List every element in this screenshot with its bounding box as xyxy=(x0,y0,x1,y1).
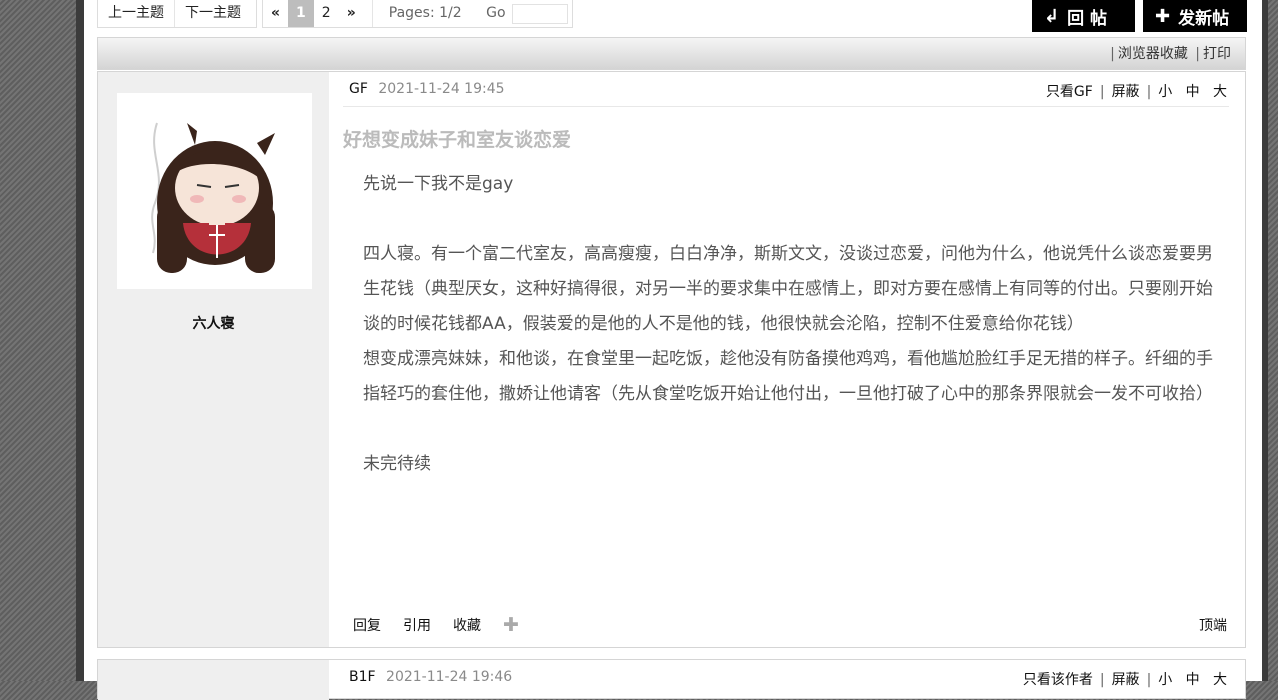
page-shadow-left xyxy=(76,0,84,681)
print-link[interactable]: 打印 xyxy=(1203,46,1231,62)
thread-toolbar: | 浏览器收藏 | 打印 xyxy=(97,37,1246,70)
paragraph-4: 未完待续 xyxy=(363,454,431,474)
post-actions: 回复 引用 收藏 ✚ xyxy=(353,614,519,636)
post-date: 2021-11-24 19:45 xyxy=(378,81,505,97)
only-author-link[interactable]: 只看该作者 xyxy=(1023,672,1093,688)
new-post-button-label: 发新帖 xyxy=(1178,8,1230,29)
back-to-top-link[interactable]: 顶端 xyxy=(1199,615,1227,635)
paragraph-1: 先说一下我不是gay xyxy=(363,174,514,194)
page-1-button[interactable]: 1 xyxy=(288,0,314,27)
bookmark-link[interactable]: 浏览器收藏 xyxy=(1118,46,1188,62)
post-title: 好想变成妹子和室友谈恋爱 xyxy=(343,129,572,151)
avatar[interactable] xyxy=(117,93,312,289)
page-count: Pages: 1/2 xyxy=(388,5,462,21)
next-topic-link[interactable]: 下一主题 xyxy=(175,0,251,27)
only-author-link[interactable]: 只看GF xyxy=(1046,84,1093,100)
block-link[interactable]: 屏蔽 xyxy=(1112,672,1140,688)
post-meta: B1F 2021-11-24 19:46 xyxy=(349,669,512,685)
prev-page-button[interactable]: « xyxy=(263,0,288,27)
font-large-link[interactable]: 大 xyxy=(1213,672,1227,688)
post-meta: GF 2021-11-24 19:45 xyxy=(349,81,505,97)
font-small-link[interactable]: 小 xyxy=(1158,672,1172,688)
floor-label: B1F xyxy=(349,669,376,685)
post-controls: 只看GF | 屏蔽 | 小 中 大 xyxy=(1045,84,1227,100)
font-medium-link[interactable]: 中 xyxy=(1186,672,1200,688)
go-label: Go xyxy=(486,5,506,21)
favorite-link[interactable]: 收藏 xyxy=(453,615,481,635)
font-small-link[interactable]: 小 xyxy=(1158,84,1172,100)
font-medium-link[interactable]: 中 xyxy=(1186,84,1200,100)
meta-divider xyxy=(343,106,1229,107)
new-post-button[interactable]: ✚ 发新帖 xyxy=(1143,0,1247,32)
page-info: Pages: 1/2 Go xyxy=(371,0,506,27)
post-main: 六人寝 GF 2021-11-24 19:45 只看GF | 屏蔽 | 小 中 大 好想… xyxy=(97,71,1246,648)
post-controls: 只看该作者 | 屏蔽 | 小 中 大 xyxy=(1022,672,1227,688)
reply-link[interactable]: 回复 xyxy=(353,615,381,635)
paragraph-2: 四人寝。有一个富二代室友，高高瘦瘦，白白净净，斯斯文文，没谈过恋爱，问他为什么，… xyxy=(363,244,1213,334)
font-large-link[interactable]: 大 xyxy=(1213,84,1227,100)
block-link[interactable]: 屏蔽 xyxy=(1112,84,1140,100)
reply-arrow-icon: ↲ xyxy=(1044,5,1060,27)
reply-button[interactable]: ↲ 回 帖 xyxy=(1032,0,1135,32)
topic-navigation: 上一主题 下一主题 xyxy=(97,0,257,28)
post-date: 2021-11-24 19:46 xyxy=(386,669,513,685)
forum-page: 上一主题 下一主题 « 1 2 » Pages: 1/2 Go ↲ 回 帖 ✚ … xyxy=(84,0,1262,700)
plus-icon: ✚ xyxy=(1155,5,1171,27)
author-sidebar: 六人寝 xyxy=(98,72,329,647)
page-2-button[interactable]: 2 xyxy=(314,0,339,27)
post-content: 先说一下我不是gay 四人寝。有一个富二代室友，高高瘦瘦，白白净净，斯斯文文，没… xyxy=(363,167,1223,482)
page-shadow-right xyxy=(1262,0,1268,681)
page-jump-input[interactable] xyxy=(511,3,568,24)
post-reply-1: B1F 2021-11-24 19:46 只看该作者 | 屏蔽 | 小 中 大 xyxy=(97,659,1246,700)
pagination: « 1 2 » Pages: 1/2 Go xyxy=(262,0,573,28)
plus-icon[interactable]: ✚ xyxy=(503,614,519,636)
author-name[interactable]: 六人寝 xyxy=(98,313,329,333)
author-label[interactable]: GF xyxy=(349,81,368,97)
quote-link[interactable]: 引用 xyxy=(403,615,431,635)
author-sidebar xyxy=(98,660,329,700)
paragraph-3: 想变成漂亮妹妹，和他谈，在食堂里一起吃饭，趁他没有防备摸他鸡鸡，看他尴尬脸红手足… xyxy=(363,349,1213,404)
reply-button-label: 回 帖 xyxy=(1067,8,1108,29)
prev-topic-link[interactable]: 上一主题 xyxy=(98,0,175,27)
avatar-image xyxy=(151,122,275,273)
next-page-button[interactable]: » xyxy=(339,0,364,27)
